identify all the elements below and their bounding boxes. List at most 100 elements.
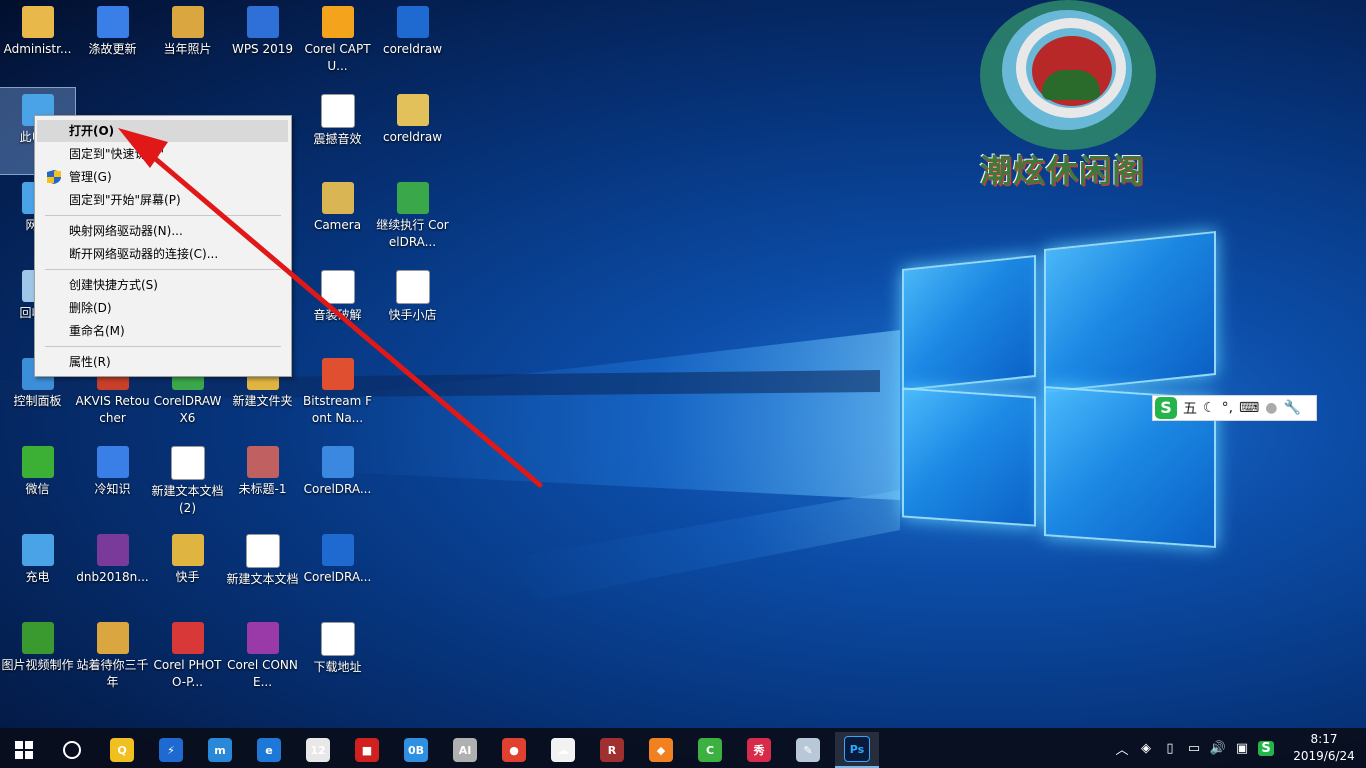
taskbar: Q ⚡ m e 12 ■ 0B AI ● ☁ R ◆ C 秀 ✎ Ps ︿ ◈ ▯ ▭ 🔊 ▣ S 8:17 2019/6… [0,728,1366,768]
folder-icon [321,182,354,214]
desktop-icon[interactable]: dnb2018n... [75,528,150,614]
context-menu-item[interactable]: 打开(O) [37,120,288,142]
text-file-icon [320,270,355,304]
desktop-icon[interactable]: 快手小店 [375,264,450,350]
search-button[interactable] [50,732,94,768]
desktop-icon[interactable]: 涤故更新 [75,0,150,86]
start-button[interactable] [2,732,46,768]
chrome-icon: ● [502,738,526,762]
context-menu-item[interactable]: 映射网络驱动器(N)... [37,220,288,242]
folder-pc-icon [21,534,54,566]
taskbar-app-button[interactable]: AI [443,732,487,768]
context-menu-item[interactable]: 管理(G) [37,166,288,188]
desktop-icon[interactable]: CorelDRA... [300,440,375,526]
context-menu-item[interactable]: 创建快捷方式(S) [37,274,288,296]
desktop-icon-label: 图片视频制作 [1,658,74,672]
clock-date: 2019/6/24 [1293,749,1355,763]
moon-icon[interactable]: ☾ [1203,400,1216,416]
taskbar-app-button[interactable]: ● [492,732,536,768]
desktop-icon[interactable]: 当年照片 [150,0,225,86]
taskbar-app-button[interactable]: e [247,732,291,768]
usb-icon[interactable]: ▯ [1158,741,1182,756]
desktop-icon-label: 冷知识 [94,482,131,496]
taskbar-app-button[interactable]: ◆ [639,732,683,768]
desktop-icon[interactable]: 震撼音效 [300,88,375,174]
taskbar-app-button[interactable]: Ps [835,732,879,768]
desktop-icon[interactable]: 站着待你三千年 [75,616,150,702]
context-menu-item[interactable]: 删除(D) [37,297,288,319]
sogou-icon[interactable]: S [1258,740,1274,756]
desktop-icon-label: Bitstream Font Na... [302,394,373,425]
chevron-up-icon[interactable]: ︿ [1110,739,1134,758]
ob-icon: 0B [404,738,428,762]
taskbar-app-button[interactable]: 12 [296,732,340,768]
context-menu-item-label: 映射网络驱动器(N)... [69,224,183,238]
desktop-icon[interactable]: Administr... [0,0,75,86]
desktop-icon-label: 快手小店 [388,308,437,322]
folder-icon [96,622,129,654]
taskbar-app-button[interactable]: C [688,732,732,768]
battery-icon[interactable]: ▭ [1182,741,1206,756]
edge-icon: e [257,738,281,762]
desktop-icon[interactable]: 下载地址 [300,616,375,702]
context-menu-item[interactable]: 属性(R) [37,351,288,373]
system-tray: ︿ ◈ ▯ ▭ 🔊 ▣ S [1110,728,1274,768]
user-folder-icon [21,6,54,38]
desktop-icon[interactable]: CorelDRA... [300,528,375,614]
desktop-icon[interactable]: 未标题-1 [225,440,300,526]
volume-icon[interactable]: 🔊 [1206,741,1230,756]
tree-icon [21,622,54,654]
desktop-icon[interactable]: coreldraw [375,0,450,86]
context-menu-item[interactable]: 固定到"快速访问" [37,143,288,165]
desktop-icon[interactable]: Corel CONNE... [225,616,300,702]
context-menu-item-label: 重命名(M) [69,324,125,338]
context-menu-item[interactable]: 断开网络驱动器的连接(C)... [37,243,288,265]
desktop-icon[interactable]: Corel PHOTO-P... [150,616,225,702]
corel-photo-icon [171,622,204,654]
desktop-icon[interactable]: coreldraw [375,88,450,174]
box-icon[interactable]: ◈ [1134,741,1158,756]
windows-icon [15,741,33,759]
desktop-icon[interactable]: WPS 2019 [225,0,300,86]
desktop-icon-label: Administr... [3,42,72,56]
desktop-icon[interactable]: Bitstream Font Na... [300,352,375,438]
wechat-icon [21,446,54,478]
desktop-icon[interactable]: 图片视频制作 [0,616,75,702]
desktop-icon[interactable]: 冷知识 [75,440,150,526]
desktop-icon[interactable]: Camera [300,176,375,262]
desktop-icon-label: coreldraw [382,42,443,56]
taskbar-app-button[interactable]: ■ [345,732,389,768]
ime-mode-button[interactable]: 五 [1183,398,1197,418]
ime-toolbar[interactable]: S 五 ☾ °, ⌨ ● 🔧 [1152,395,1317,421]
desktop-icon[interactable]: 微信 [0,440,75,526]
taskbar-app-button[interactable]: ☁ [541,732,585,768]
network-icon[interactable]: ▣ [1230,741,1254,756]
context-menu-item[interactable]: 固定到"开始"屏幕(P) [37,189,288,211]
desktop-icon-label: 震撼音效 [313,132,362,146]
sogou-logo-icon[interactable]: S [1155,397,1177,419]
keyboard-icon[interactable]: ⌨ [1239,400,1259,416]
taskbar-app-button[interactable]: ⚡ [149,732,193,768]
user-icon[interactable]: ● [1265,400,1277,416]
meitu-icon: 秀 [747,738,771,762]
desktop-icon[interactable]: 充电 [0,528,75,614]
punctuation-icon[interactable]: °, [1222,400,1233,416]
taskbar-app-button[interactable]: ✎ [786,732,830,768]
taskbar-app-button[interactable]: Q [100,732,144,768]
zip-icon [396,6,429,38]
context-menu-item[interactable]: 重命名(M) [37,320,288,342]
taskbar-app-button[interactable]: R [590,732,634,768]
wrench-icon[interactable]: 🔧 [1283,400,1300,416]
desktop-icon[interactable]: Corel CAPTU... [300,0,375,86]
clock[interactable]: 8:17 2019/6/24 [1292,731,1356,765]
taskbar-app-button[interactable]: m [198,732,242,768]
watermark-logo [980,0,1160,150]
desktop-icon[interactable]: 音装破解 [300,264,375,350]
taskbar-app-button[interactable]: 秀 [737,732,781,768]
desktop-icon[interactable]: 快手 [150,528,225,614]
baidu-netdisk-icon: ☁ [551,738,575,762]
desktop-icon[interactable]: 新建文本文档 [225,528,300,614]
desktop-icon[interactable]: 新建文本文档 (2) [150,440,225,526]
desktop-icon[interactable]: 继续执行 CorelDRA... [375,176,450,262]
taskbar-app-button[interactable]: 0B [394,732,438,768]
